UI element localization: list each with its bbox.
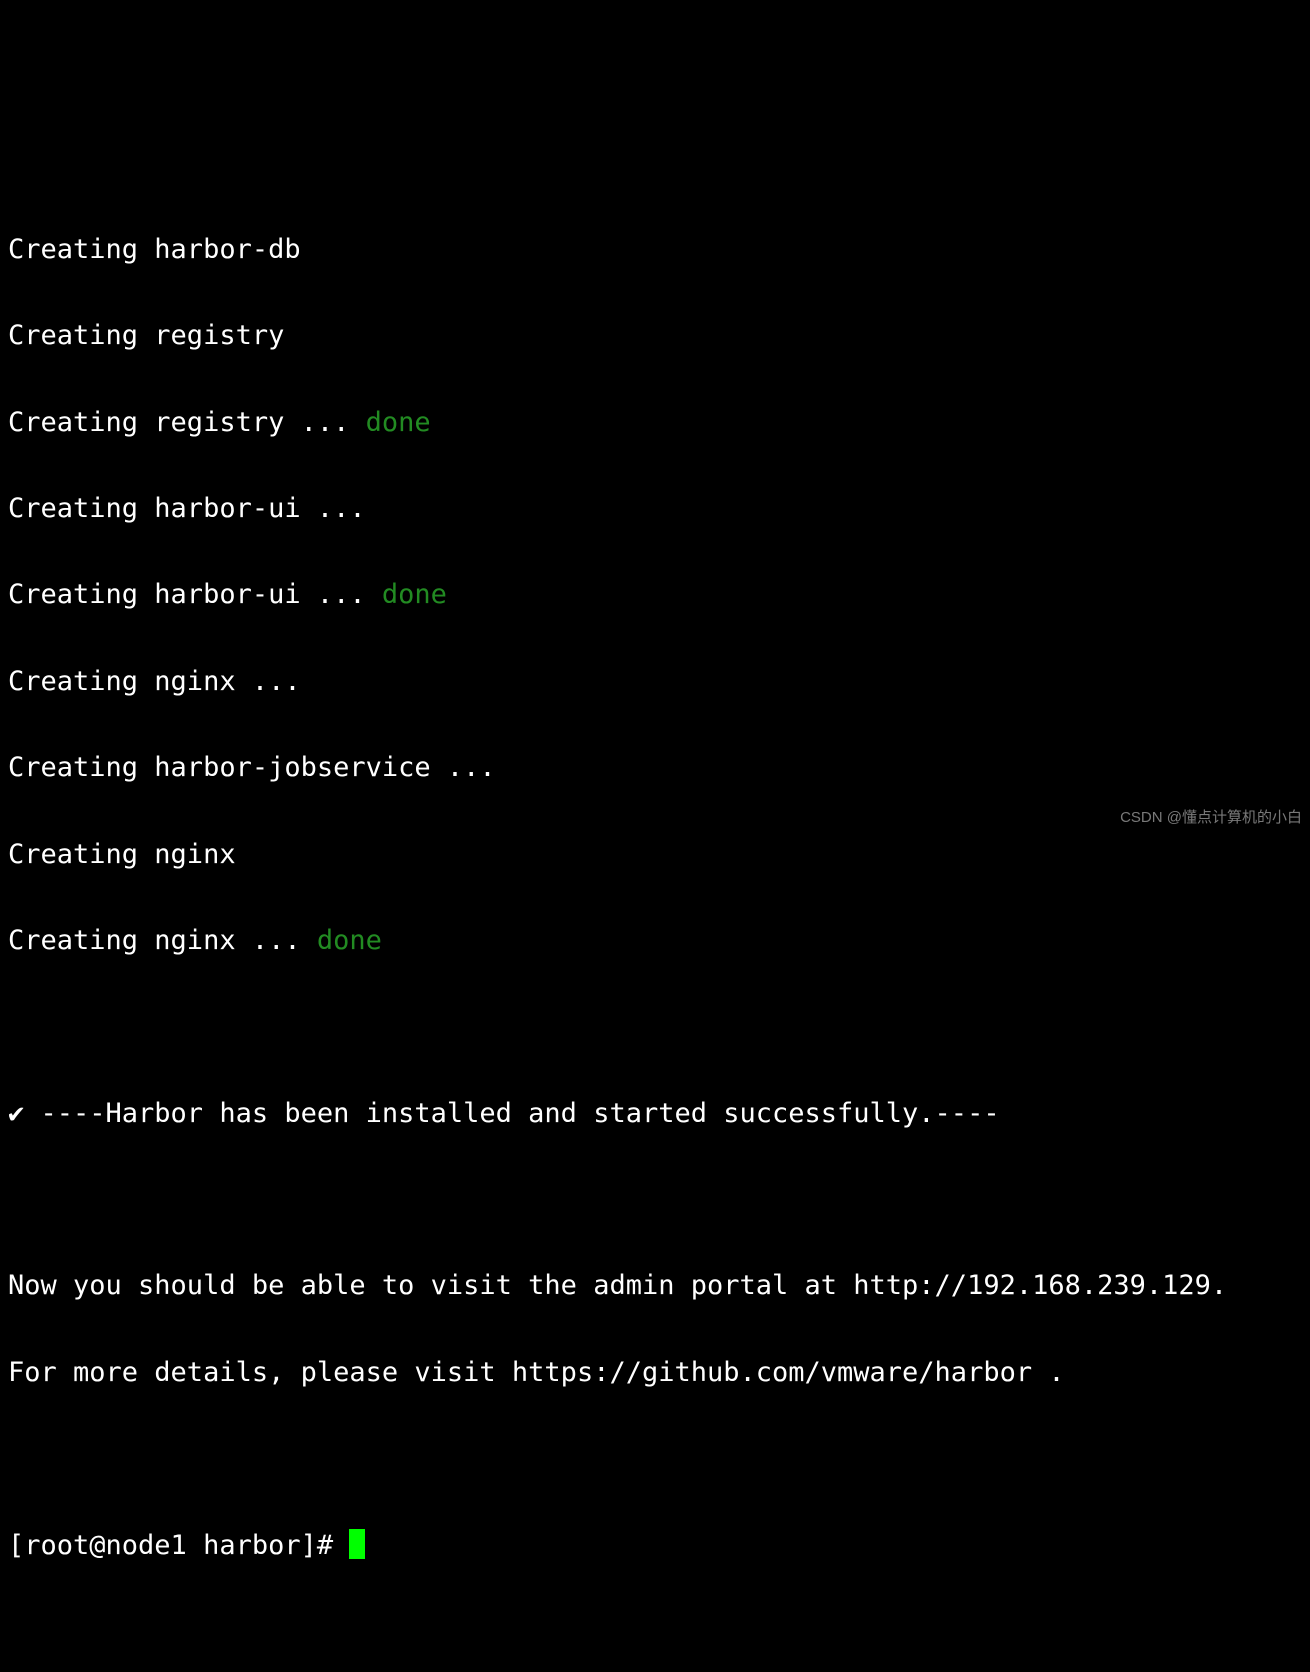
terminal-output[interactable]: Creating harbor-db Creating registry Cre… [8,185,1302,1610]
blank-line [8,1005,1302,1048]
info-portal-url: Now you should be able to visit the admi… [8,1264,1302,1307]
status-done: done [317,925,382,956]
status-done: done [382,579,447,610]
output-line: Creating registry ... done [8,401,1302,444]
cursor [349,1529,365,1559]
info-docs-url: For more details, please visit https://g… [8,1351,1302,1394]
status-done: done [366,407,431,438]
output-line: Creating nginx ... done [8,919,1302,962]
shell-prompt-line[interactable]: [root@node1 harbor]# [8,1524,1302,1567]
blank-line [8,1178,1302,1221]
shell-prompt: [root@node1 harbor]# [8,1530,349,1561]
output-line: Creating nginx [8,833,1302,876]
output-line: Creating registry [8,314,1302,357]
output-line: Creating harbor-ui ... done [8,573,1302,616]
blank-line [8,1437,1302,1480]
success-message: ✔ ----Harbor has been installed and star… [8,1092,1302,1135]
output-line: Creating harbor-db [8,228,1302,271]
output-line: Creating nginx ... [8,660,1302,703]
output-line: Creating harbor-jobservice ... [8,746,1302,789]
output-line: Creating harbor-ui ... [8,487,1302,530]
watermark: CSDN @懂点计算机的小白 [1120,806,1302,830]
